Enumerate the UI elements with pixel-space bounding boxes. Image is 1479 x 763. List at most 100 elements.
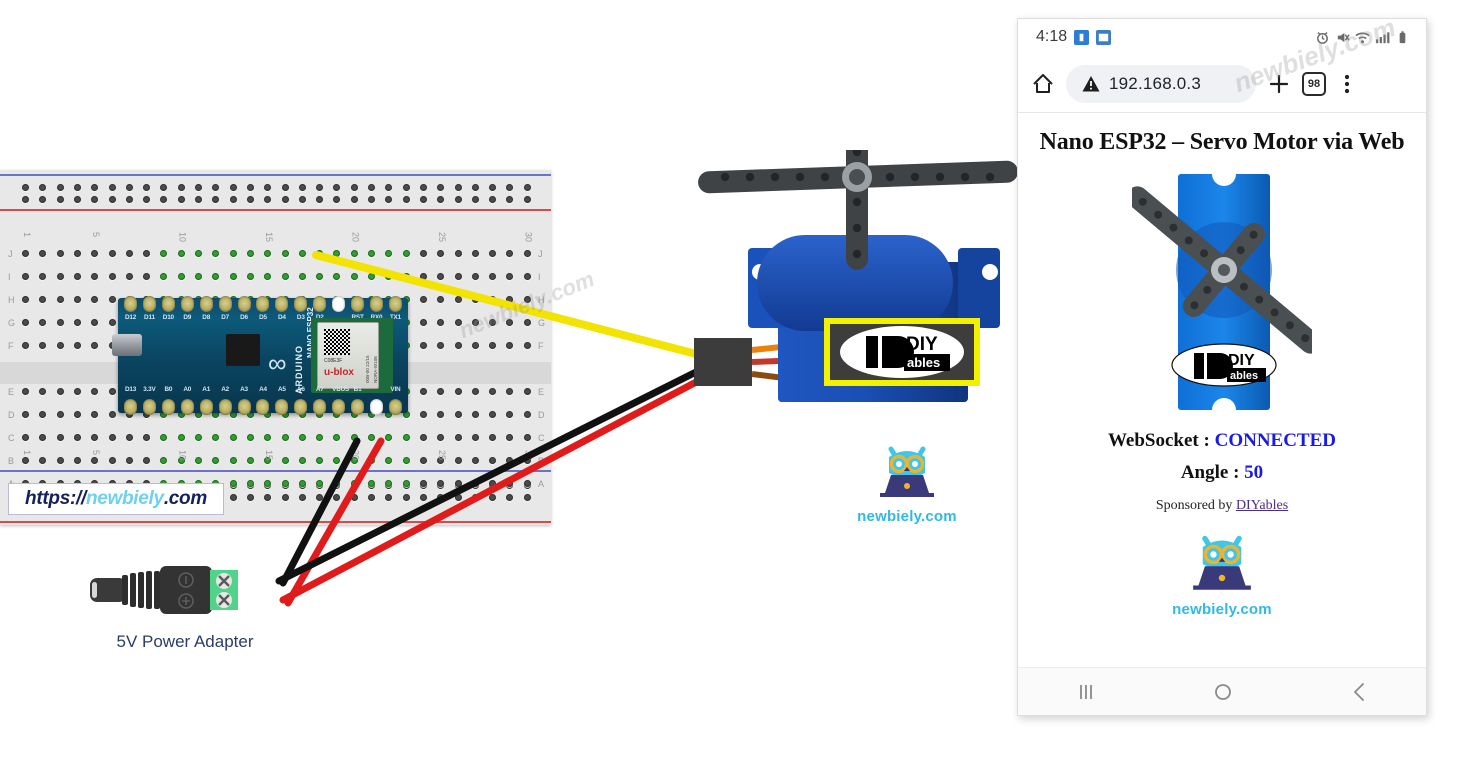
breadboard-rail-hole[interactable] <box>385 494 392 501</box>
breadboard-hole[interactable] <box>126 457 133 464</box>
breadboard-rail-hole[interactable] <box>420 196 427 203</box>
breadboard-hole[interactable] <box>212 250 219 257</box>
breadboard-hole[interactable] <box>22 342 29 349</box>
breadboard-hole[interactable] <box>195 250 202 257</box>
address-bar-url[interactable]: 192.168.0.3 <box>1109 74 1201 94</box>
breadboard-hole[interactable] <box>472 250 479 257</box>
breadboard-hole[interactable] <box>126 434 133 441</box>
breadboard-hole[interactable] <box>455 296 462 303</box>
board-pin-33v[interactable] <box>143 399 156 415</box>
breadboard-hole[interactable] <box>333 250 340 257</box>
breadboard-hole[interactable] <box>524 411 531 418</box>
breadboard-hole[interactable] <box>247 480 254 487</box>
board-pin-d9[interactable] <box>181 296 194 312</box>
back-chevron-icon[interactable] <box>1347 679 1373 705</box>
breadboard-hole[interactable] <box>506 457 513 464</box>
breadboard-rail-hole[interactable] <box>437 184 444 191</box>
breadboard-rail-hole[interactable] <box>212 196 219 203</box>
breadboard-hole[interactable] <box>178 250 185 257</box>
breadboard-hole[interactable] <box>91 411 98 418</box>
breadboard-hole[interactable] <box>437 342 444 349</box>
breadboard-hole[interactable] <box>57 342 64 349</box>
breadboard-hole[interactable] <box>57 411 64 418</box>
breadboard-hole[interactable] <box>472 480 479 487</box>
breadboard-hole[interactable] <box>385 434 392 441</box>
breadboard-hole[interactable] <box>264 434 271 441</box>
breadboard-hole[interactable] <box>230 273 237 280</box>
breadboard-hole[interactable] <box>212 457 219 464</box>
breadboard-rail-hole[interactable] <box>524 494 531 501</box>
breadboard-hole[interactable] <box>299 250 306 257</box>
breadboard-hole[interactable] <box>74 411 81 418</box>
breadboard-hole[interactable] <box>385 273 392 280</box>
breadboard-hole[interactable] <box>299 457 306 464</box>
breadboard-rail-hole[interactable] <box>57 196 64 203</box>
recents-icon[interactable] <box>1073 679 1099 705</box>
breadboard-rail-hole[interactable] <box>195 184 202 191</box>
breadboard-rail-hole[interactable] <box>143 184 150 191</box>
breadboard-rail-hole[interactable] <box>126 184 133 191</box>
breadboard-hole[interactable] <box>489 273 496 280</box>
breadboard-hole[interactable] <box>247 434 254 441</box>
breadboard-hole[interactable] <box>472 434 479 441</box>
tab-count-badge[interactable]: 98 <box>1302 72 1326 96</box>
breadboard-hole[interactable] <box>489 296 496 303</box>
breadboard-hole[interactable] <box>524 434 531 441</box>
breadboard-hole[interactable] <box>489 250 496 257</box>
breadboard-hole[interactable] <box>109 250 116 257</box>
breadboard-hole[interactable] <box>109 273 116 280</box>
breadboard-rail-hole[interactable] <box>420 184 427 191</box>
breadboard-rail-hole[interactable] <box>247 494 254 501</box>
breadboard-hole[interactable] <box>403 457 410 464</box>
breadboard-hole[interactable] <box>437 411 444 418</box>
breadboard-hole[interactable] <box>472 273 479 280</box>
breadboard-hole[interactable] <box>143 273 150 280</box>
breadboard-rail-hole[interactable] <box>351 196 358 203</box>
breadboard-hole[interactable] <box>403 250 410 257</box>
breadboard-hole[interactable] <box>109 319 116 326</box>
breadboard-rail-hole[interactable] <box>299 184 306 191</box>
breadboard-hole[interactable] <box>57 273 64 280</box>
breadboard-hole[interactable] <box>143 457 150 464</box>
breadboard-hole[interactable] <box>299 434 306 441</box>
breadboard-rail-hole[interactable] <box>333 196 340 203</box>
breadboard-hole[interactable] <box>437 296 444 303</box>
board-pin-tx1[interactable] <box>389 296 402 312</box>
breadboard-rail-hole[interactable] <box>403 196 410 203</box>
breadboard-hole[interactable] <box>230 250 237 257</box>
breadboard-hole[interactable] <box>420 342 427 349</box>
breadboard-hole[interactable] <box>368 434 375 441</box>
breadboard-hole[interactable] <box>351 273 358 280</box>
breadboard-hole[interactable] <box>39 250 46 257</box>
breadboard-rail-hole[interactable] <box>489 184 496 191</box>
breadboard-hole[interactable] <box>57 250 64 257</box>
board-pin-vin[interactable] <box>389 399 402 415</box>
breadboard-rail-hole[interactable] <box>212 184 219 191</box>
breadboard-rail-hole[interactable] <box>333 494 340 501</box>
breadboard-hole[interactable] <box>385 250 392 257</box>
breadboard-rail-hole[interactable] <box>143 196 150 203</box>
board-pin-d2[interactable] <box>313 296 326 312</box>
breadboard-rail-hole[interactable] <box>247 184 254 191</box>
breadboard-hole[interactable] <box>195 434 202 441</box>
breadboard-hole[interactable] <box>247 457 254 464</box>
breadboard-rail-hole[interactable] <box>178 196 185 203</box>
home-circle-icon[interactable] <box>1210 679 1236 705</box>
breadboard-hole[interactable] <box>455 457 462 464</box>
breadboard-hole[interactable] <box>420 296 427 303</box>
breadboard-hole[interactable] <box>368 457 375 464</box>
breadboard-rail-hole[interactable] <box>472 494 479 501</box>
board-pin-d5[interactable] <box>256 296 269 312</box>
breadboard-hole[interactable] <box>420 388 427 395</box>
breadboard-rail-hole[interactable] <box>385 196 392 203</box>
board-pin-d11[interactable] <box>143 296 156 312</box>
breadboard-hole[interactable] <box>403 434 410 441</box>
breadboard-rail-hole[interactable] <box>368 196 375 203</box>
breadboard-rail-hole[interactable] <box>316 196 323 203</box>
breadboard-hole[interactable] <box>489 388 496 395</box>
breadboard-hole[interactable] <box>39 319 46 326</box>
breadboard-rail-hole[interactable] <box>39 184 46 191</box>
breadboard-rail-hole[interactable] <box>437 494 444 501</box>
board-pin-a1[interactable] <box>200 399 213 415</box>
breadboard-hole[interactable] <box>403 480 410 487</box>
